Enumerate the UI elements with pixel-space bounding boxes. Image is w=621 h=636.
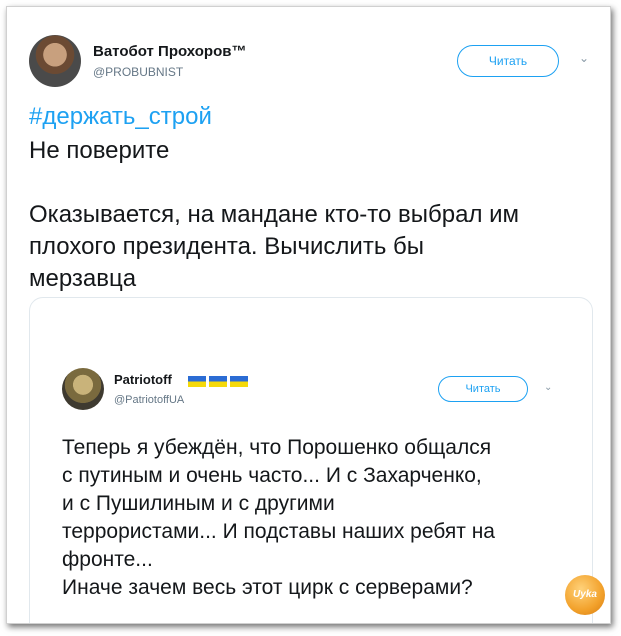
embedded-tweet-card[interactable]: Patriotoff @PatriotoffUA Читать ⌄ Теперь… — [29, 297, 593, 623]
ukraine-flag-icon — [209, 376, 227, 387]
site-logo-watermark: Uyka — [565, 575, 605, 615]
chevron-down-icon[interactable]: ⌄ — [579, 51, 589, 65]
embedded-text-line-5: фронте... — [62, 548, 153, 571]
embedded-author-name[interactable]: Patriotoff — [114, 372, 172, 387]
embedded-text-line-2: с путиным и очень часто... И с Захарченк… — [62, 464, 482, 487]
author-name[interactable]: Ватобот Прохоров™ — [93, 43, 246, 60]
embedded-follow-button[interactable]: Читать — [438, 376, 528, 402]
follow-button[interactable]: Читать — [457, 45, 559, 77]
ukraine-flag-icon — [188, 376, 206, 387]
author-handle[interactable]: @PROBUBNIST — [93, 65, 183, 79]
ukraine-flag-icons — [188, 374, 251, 392]
embedded-text-line-3: и с Пушилиным и с другими — [62, 492, 335, 515]
author-avatar[interactable] — [29, 35, 81, 87]
embedded-text-line-4: террористами... И подставы наших ребят н… — [62, 520, 495, 543]
embedded-text-line-1: Теперь я убеждён, что Порошенко общался — [62, 436, 492, 459]
hashtag-link[interactable]: #держать_строй — [29, 103, 212, 131]
tweet-text-line-1: Не поверите — [29, 137, 170, 164]
embedded-author-handle[interactable]: @PatriotoffUA — [114, 394, 184, 406]
embedded-chevron-down-icon[interactable]: ⌄ — [544, 382, 552, 393]
embedded-author-avatar[interactable] — [62, 368, 104, 410]
tweet-text-line-2: Оказывается, на мандане кто-то выбрал им — [29, 201, 520, 228]
tweet-screenshot-frame: Ватобот Прохоров™ @PROBUBNIST Читать ⌄ #… — [6, 6, 611, 624]
tweet-text-line-3: плохого президента. Вычислить бы — [29, 233, 424, 260]
tweet-text-line-4: мерзавца — [29, 265, 137, 292]
ukraine-flag-icon — [230, 376, 248, 387]
embedded-text-line-6: Иначе зачем весь этот цирк с серверами? — [62, 576, 473, 599]
